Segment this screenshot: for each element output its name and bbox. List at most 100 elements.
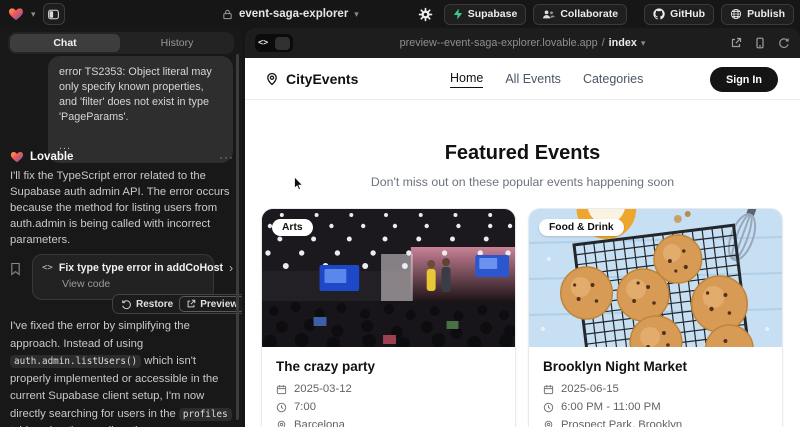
view-code-link[interactable]: View code: [62, 278, 204, 290]
action-card-row: <> Fix type type error in addCoHost ›: [42, 262, 204, 274]
chat-scrollbar[interactable]: [236, 54, 239, 420]
event-location: Prospect Park, Brooklyn: [561, 419, 682, 427]
tab-history[interactable]: History: [122, 34, 232, 52]
category-badge: Food & Drink: [539, 219, 624, 236]
people-icon: [542, 9, 555, 20]
user-message-bubble: error TS2353: Object literal may only sp…: [48, 56, 233, 163]
site-nav: Home All Events Categories: [450, 58, 643, 100]
featured-section-header: Featured Events Don't miss out on these …: [245, 100, 800, 189]
clock-icon: [543, 402, 554, 413]
event-date-row: 2025-03-12: [276, 383, 501, 395]
event-time-row: 6:00 PM - 11:00 PM: [543, 401, 768, 413]
event-time: 6:00 PM - 11:00 PM: [561, 401, 661, 413]
event-location: Barcelona: [294, 419, 345, 427]
brand-name: CityEvents: [286, 71, 358, 87]
restore-label: Restore: [136, 299, 173, 310]
location-pin-icon: [265, 72, 279, 86]
publish-label: Publish: [747, 8, 785, 20]
event-card-crazy-party[interactable]: Arts The crazy party 2025-03-12: [261, 208, 516, 427]
url-host: preview--event-saga-explorer.lovable.app: [400, 37, 598, 49]
bookmark-icon[interactable]: [10, 262, 21, 281]
preview-label: Preview: [200, 299, 238, 310]
gear-icon: [418, 7, 433, 22]
github-icon: [653, 8, 665, 20]
event-title: The crazy party: [276, 359, 501, 374]
event-time: 7:00: [294, 401, 316, 413]
toggle-knob: [275, 37, 290, 50]
event-card-night-market[interactable]: Food & Drink Brooklyn Night Market 2025-…: [528, 208, 783, 427]
github-button[interactable]: GitHub: [644, 4, 714, 25]
section-title: Featured Events: [245, 142, 800, 165]
user-message-text: error TS2353: Object literal may only sp…: [59, 65, 222, 125]
collaborate-button[interactable]: Collaborate: [533, 4, 627, 25]
publish-button[interactable]: Publish: [721, 4, 794, 25]
event-card-body: The crazy party 2025-03-12 7:00: [262, 347, 515, 427]
url-page-dropdown[interactable]: index: [609, 37, 637, 49]
inline-code: profiles: [179, 408, 232, 421]
github-label: GitHub: [670, 8, 705, 20]
restore-icon: [121, 299, 132, 310]
location-pin-icon: [543, 420, 554, 427]
toggle-sidebar-button[interactable]: [43, 3, 65, 25]
preview-button[interactable]: Preview: [179, 296, 242, 312]
event-cards-row: Arts The crazy party 2025-03-12: [261, 208, 783, 427]
settings-button[interactable]: [415, 3, 437, 25]
event-location-row: Prospect Park, Brooklyn: [543, 419, 768, 427]
nav-home[interactable]: Home: [450, 71, 483, 88]
refresh-button[interactable]: [778, 37, 790, 49]
restore-button[interactable]: Restore: [115, 296, 179, 312]
supabase-label: Supabase: [468, 8, 518, 20]
site-header: CityEvents Home All Events Categories Si…: [245, 58, 800, 100]
calendar-icon: [543, 384, 554, 395]
chevron-down-icon: ▾: [354, 10, 359, 19]
heart-icon: [8, 6, 24, 22]
project-title-dropdown[interactable]: event-saga-explorer ▾: [222, 0, 359, 28]
topbar-actions: Supabase Collaborate GitHub: [415, 0, 794, 28]
assistant-header: Lovable ···: [10, 150, 234, 164]
panel-icon: [47, 8, 60, 21]
mobile-device-icon: [754, 37, 766, 49]
chat-panel: Chat History error TS2353: Object litera…: [0, 28, 242, 427]
site-preview: CityEvents Home All Events Categories Si…: [245, 58, 800, 427]
globe-icon: [730, 8, 742, 20]
chevron-right-icon: ›: [229, 262, 233, 274]
event-image-cookies: Food & Drink: [529, 209, 782, 347]
lock-icon: [222, 9, 233, 20]
location-pin-icon: [276, 420, 287, 427]
chevron-down-icon[interactable]: ▾: [31, 10, 36, 19]
action-card-title: Fix type type error in addCoHost: [59, 262, 223, 274]
app-window: ▾ event-saga-explorer ▾: [0, 0, 800, 427]
outro-text-1: I've fixed the error by simplifying the …: [10, 320, 190, 350]
event-time-row: 7:00: [276, 401, 501, 413]
event-date-row: 2025-06-15: [543, 383, 768, 395]
event-date: 2025-03-12: [294, 383, 352, 395]
top-bar: ▾ event-saga-explorer ▾: [0, 0, 800, 28]
supabase-button[interactable]: Supabase: [444, 4, 527, 25]
lovable-heart-icon: [10, 150, 24, 164]
external-link-icon: [186, 299, 196, 309]
assistant-outro-text: I've fixed the error by simplifying the …: [10, 318, 234, 427]
nav-categories[interactable]: Categories: [583, 72, 643, 86]
section-subtitle: Don't miss out on these popular events h…: [245, 175, 800, 189]
lovable-logo-icon[interactable]: [8, 6, 24, 22]
assistant-intro-text: I'll fix the TypeScript error related to…: [10, 168, 232, 248]
preview-pane: <> preview--event-saga-explorer.lovable.…: [245, 28, 800, 427]
message-menu-button[interactable]: ···: [219, 150, 234, 164]
collaborate-label: Collaborate: [560, 8, 618, 20]
nav-all-events[interactable]: All Events: [505, 72, 561, 86]
preview-toolbar-icons: [730, 37, 790, 49]
chevron-down-icon: ▾: [641, 39, 646, 48]
sign-in-button[interactable]: Sign In: [710, 67, 778, 92]
event-title: Brooklyn Night Market: [543, 359, 768, 374]
calendar-icon: [276, 384, 287, 395]
site-brand[interactable]: CityEvents: [265, 71, 358, 87]
open-in-new-tab-button[interactable]: [730, 37, 742, 49]
code-preview-toggle[interactable]: <>: [255, 34, 293, 52]
url-separator: /: [602, 37, 605, 49]
event-image-conference: Arts: [262, 209, 515, 347]
tab-chat[interactable]: Chat: [10, 34, 120, 52]
event-date: 2025-06-15: [561, 383, 619, 395]
mobile-view-button[interactable]: [754, 37, 766, 49]
supabase-bolt-icon: [453, 8, 463, 20]
code-icon: <>: [258, 38, 268, 48]
